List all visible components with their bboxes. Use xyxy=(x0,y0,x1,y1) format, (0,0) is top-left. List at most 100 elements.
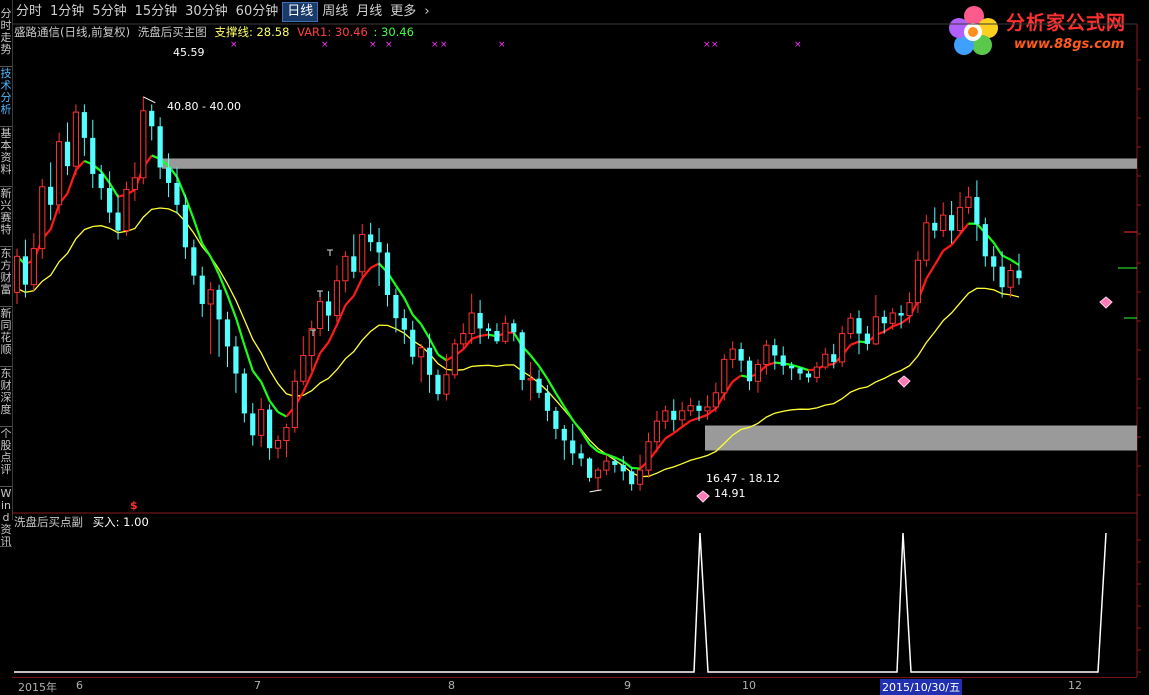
trend-line-segment xyxy=(732,374,742,383)
candle-body xyxy=(131,177,138,190)
candle-body xyxy=(451,343,458,376)
trend-line-segment xyxy=(950,233,961,246)
support-band xyxy=(705,425,1137,451)
candle-body xyxy=(839,333,846,363)
trend-line-segment xyxy=(251,370,263,383)
candle-body xyxy=(241,373,247,414)
trend-line-segment xyxy=(900,316,911,325)
trend-line-segment xyxy=(606,453,616,459)
candle-body xyxy=(418,347,425,358)
candle-body xyxy=(914,259,922,304)
candle-body xyxy=(906,302,913,317)
trend-line-segment xyxy=(942,244,953,252)
candle-body xyxy=(872,316,879,345)
high-price-label: 45.59 xyxy=(173,46,205,59)
candle-body xyxy=(965,196,972,208)
candle-body xyxy=(485,328,492,332)
candle-body xyxy=(274,439,282,449)
candle-body xyxy=(207,289,214,305)
candle-body xyxy=(376,242,382,253)
trend-line-segment xyxy=(631,466,641,470)
candle-body xyxy=(468,312,475,335)
trend-line-segment xyxy=(370,262,380,269)
candle-body xyxy=(56,141,63,206)
trend-line-segment xyxy=(571,419,583,432)
candle-body xyxy=(712,392,719,408)
trend-line-segment xyxy=(538,365,549,380)
trend-line-segment xyxy=(698,413,708,419)
trend-line-segment xyxy=(66,169,77,194)
t-mark xyxy=(327,249,333,256)
candle-body xyxy=(13,255,21,293)
candle-body xyxy=(763,344,770,365)
candle-body xyxy=(721,358,728,394)
x-mark: × xyxy=(498,40,506,50)
axis-year-label: 2015年 xyxy=(18,681,57,694)
candle-body xyxy=(856,318,862,334)
stock-chart-window: 分时走势 技术分析 基本资料 新兴赛特 东方财富 新同花顺 东财深度 个股点评 Wind资讯 分… xyxy=(0,0,1149,695)
buy-diamond-icon xyxy=(897,375,911,388)
axis-month-6: 6 xyxy=(76,679,83,692)
date-axis: 2015年 6 7 8 9 10 2015/10/30/五 12 xyxy=(12,677,1137,695)
axis-month-7: 7 xyxy=(254,679,261,692)
buy-signal-line xyxy=(14,532,1107,673)
candle-body xyxy=(536,378,542,393)
candle-body xyxy=(325,301,332,316)
x-mark: × xyxy=(321,40,329,50)
candle-body xyxy=(174,182,180,205)
candle-body xyxy=(460,333,467,345)
candle-body xyxy=(191,247,197,276)
x-mark: × xyxy=(431,40,439,50)
t-mark xyxy=(317,290,323,297)
trend-line-segment xyxy=(529,354,540,367)
candle-body xyxy=(333,280,341,317)
candle-body xyxy=(789,365,795,369)
low-marker-line xyxy=(589,489,602,493)
candle-body xyxy=(443,374,450,395)
candle-body xyxy=(704,406,711,412)
candle-body xyxy=(115,212,121,231)
candle-body xyxy=(898,312,904,316)
candle-body xyxy=(1016,270,1022,279)
candle-body xyxy=(974,197,980,225)
trend-line-segment xyxy=(234,317,246,346)
trend-line-segment xyxy=(352,277,364,297)
trend-line-segment xyxy=(664,432,675,440)
x-mark: × xyxy=(440,40,448,50)
trend-line-segment xyxy=(597,450,607,456)
candle-body xyxy=(250,413,256,436)
trend-line-segment xyxy=(437,353,448,362)
candle-body xyxy=(1007,269,1014,288)
trend-line-segment xyxy=(243,344,254,372)
trend-line-segment xyxy=(673,425,683,435)
low-price-label: 14.91 xyxy=(714,487,746,500)
candle-body xyxy=(831,354,837,362)
candle-body xyxy=(645,441,652,471)
candle-body xyxy=(754,363,762,382)
candle-body xyxy=(477,312,483,329)
candle-body xyxy=(123,188,130,232)
x-mark: × xyxy=(230,40,238,50)
candle-body xyxy=(797,368,803,374)
axis-cursor-date: 2015/10/30/五 xyxy=(880,679,963,695)
candle-body xyxy=(889,312,896,324)
candle-body xyxy=(410,329,416,357)
axis-month-12: 12 xyxy=(1068,679,1082,692)
candle-body xyxy=(90,137,96,174)
candle-body xyxy=(393,294,399,319)
candle-body xyxy=(39,186,46,250)
candle-body xyxy=(603,460,610,471)
candle-body xyxy=(283,427,290,441)
candle-body xyxy=(940,214,947,232)
candle-body xyxy=(956,206,964,232)
candle-body xyxy=(881,316,887,324)
candle-body xyxy=(267,409,273,449)
x-mark: × xyxy=(385,40,393,50)
candle-body xyxy=(544,392,551,411)
candle-body xyxy=(157,126,163,168)
candle-body xyxy=(923,222,930,261)
candle-body xyxy=(594,469,602,479)
buy-diamond-icon xyxy=(1099,296,1113,309)
candle-body xyxy=(671,410,677,420)
candle-body xyxy=(502,322,509,342)
